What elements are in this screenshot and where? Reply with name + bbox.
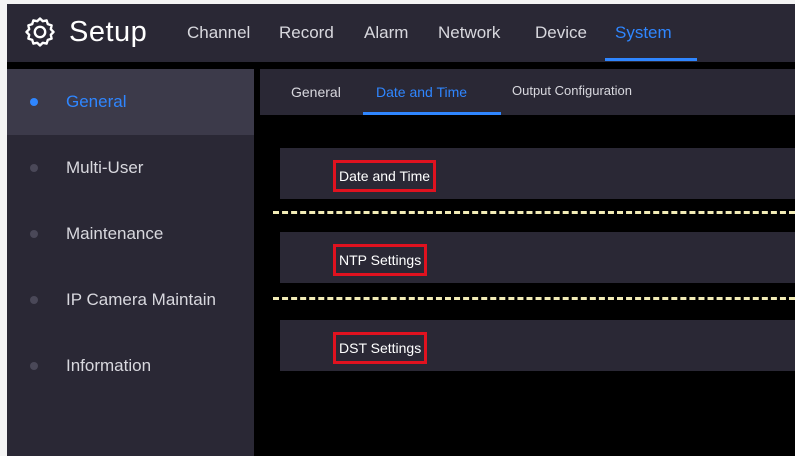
tab-device[interactable]: Device bbox=[535, 23, 587, 43]
bullet-icon bbox=[30, 230, 38, 238]
sidebar-item-label: IP Camera Maintain bbox=[66, 290, 216, 309]
section-label: Date and Time bbox=[333, 160, 437, 192]
tab-channel[interactable]: Channel bbox=[187, 23, 250, 43]
section-date-and-time[interactable]: Date and Time bbox=[280, 148, 795, 199]
page-title: Setup bbox=[69, 16, 148, 48]
sidebar: General Multi-User Maintenance IP Camera… bbox=[7, 69, 254, 456]
section-dst-settings[interactable]: DST Settings bbox=[280, 320, 795, 371]
sidebar-item-label: Multi-User bbox=[66, 158, 144, 177]
tab-network[interactable]: Network bbox=[438, 23, 500, 43]
sidebar-item-ip-camera-maintain[interactable]: IP Camera Maintain bbox=[7, 267, 254, 333]
sidebar-item-label: Information bbox=[66, 356, 152, 375]
bullet-icon bbox=[30, 164, 38, 172]
gear-icon[interactable] bbox=[25, 17, 55, 47]
sidebar-item-label: General bbox=[66, 92, 127, 111]
sidebar-item-information[interactable]: Information bbox=[7, 333, 254, 399]
active-tab-indicator bbox=[605, 58, 697, 61]
section-ntp-settings[interactable]: NTP Settings bbox=[280, 232, 795, 283]
divider bbox=[273, 211, 795, 214]
bullet-icon bbox=[30, 296, 38, 304]
bullet-icon bbox=[30, 362, 38, 370]
sidebar-item-maintenance[interactable]: Maintenance bbox=[7, 201, 254, 267]
sidebar-item-label: Maintenance bbox=[66, 224, 164, 243]
tab-record[interactable]: Record bbox=[279, 23, 334, 43]
divider bbox=[273, 297, 795, 300]
tab-alarm[interactable]: Alarm bbox=[364, 23, 408, 43]
top-nav-bar: Setup Channel Record Alarm Network Devic… bbox=[7, 4, 795, 62]
active-subtab-indicator bbox=[363, 112, 501, 115]
subtab-general[interactable]: General bbox=[291, 84, 341, 100]
sub-tab-bar: General Date and Time Output Configurati… bbox=[260, 69, 795, 115]
sidebar-item-general[interactable]: General bbox=[7, 69, 254, 135]
dvr-setup-screen: Setup Channel Record Alarm Network Devic… bbox=[7, 4, 795, 456]
bullet-icon bbox=[30, 98, 38, 106]
tab-system[interactable]: System bbox=[615, 23, 672, 43]
sidebar-item-multi-user[interactable]: Multi-User bbox=[7, 135, 254, 201]
subtab-output-configuration[interactable]: Output Configuration bbox=[512, 83, 632, 98]
subtab-date-and-time[interactable]: Date and Time bbox=[376, 84, 467, 100]
section-label: NTP Settings bbox=[333, 244, 428, 276]
section-label: DST Settings bbox=[333, 332, 428, 364]
